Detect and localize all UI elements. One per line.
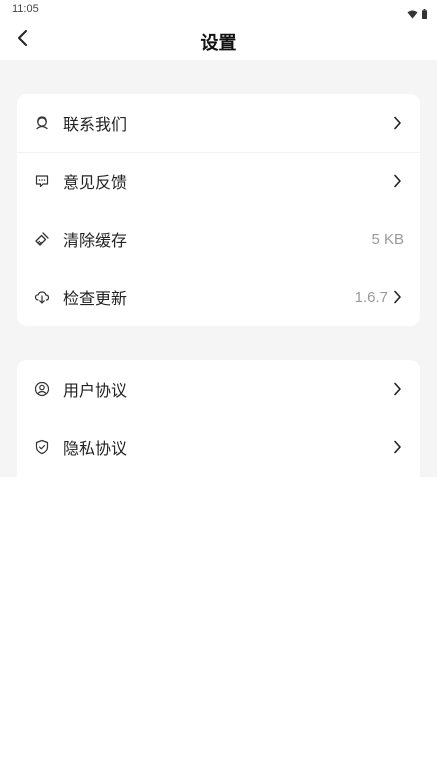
headset-icon bbox=[34, 115, 50, 131]
chevron-right-icon bbox=[390, 290, 404, 304]
chevron-right-icon bbox=[390, 174, 404, 188]
settings-item-feedback[interactable]: 意见反馈 bbox=[17, 152, 420, 210]
status-time: 11:05 bbox=[12, 3, 39, 15]
settings-item-label: 用户协议 bbox=[63, 381, 128, 400]
settings-item-label: 检查更新 bbox=[63, 289, 128, 308]
status-bar: 11:05 bbox=[0, 0, 437, 20]
settings-group-general: 联系我们 意见反馈 清除缓存 5 KB 检查更新 1.6.7 bbox=[17, 94, 420, 326]
settings-item-clear-cache[interactable]: 清除缓存 5 KB bbox=[17, 210, 420, 268]
settings-content: 联系我们 意见反馈 清除缓存 5 KB 检查更新 1.6.7 用户协议 隐私协议 bbox=[0, 60, 437, 477]
settings-item-label: 意见反馈 bbox=[63, 173, 128, 192]
cache-size-value: 5 KB bbox=[371, 230, 404, 248]
chevron-right-icon bbox=[390, 116, 404, 130]
app-version-value: 1.6.7 bbox=[354, 288, 388, 306]
settings-item-label: 隐私协议 bbox=[63, 439, 128, 458]
broom-icon bbox=[34, 231, 50, 247]
navigation-bar: 设置 bbox=[0, 20, 437, 60]
settings-item-user-agreement[interactable]: 用户协议 bbox=[17, 360, 420, 418]
feedback-chat-icon bbox=[34, 173, 50, 189]
settings-item-privacy-policy[interactable]: 隐私协议 bbox=[17, 418, 420, 476]
shield-check-icon bbox=[34, 439, 50, 455]
settings-item-label: 联系我们 bbox=[63, 115, 128, 134]
user-circle-icon bbox=[34, 381, 50, 397]
settings-group-agreements: 用户协议 隐私协议 bbox=[17, 360, 420, 477]
settings-item-check-update[interactable]: 检查更新 1.6.7 bbox=[17, 268, 420, 326]
chevron-right-icon bbox=[390, 440, 404, 454]
settings-item-label: 清除缓存 bbox=[63, 231, 128, 250]
cloud-download-icon bbox=[34, 289, 50, 305]
chevron-right-icon bbox=[390, 382, 404, 396]
settings-item-contact-us[interactable]: 联系我们 bbox=[17, 94, 420, 152]
page-title: 设置 bbox=[200, 33, 237, 54]
